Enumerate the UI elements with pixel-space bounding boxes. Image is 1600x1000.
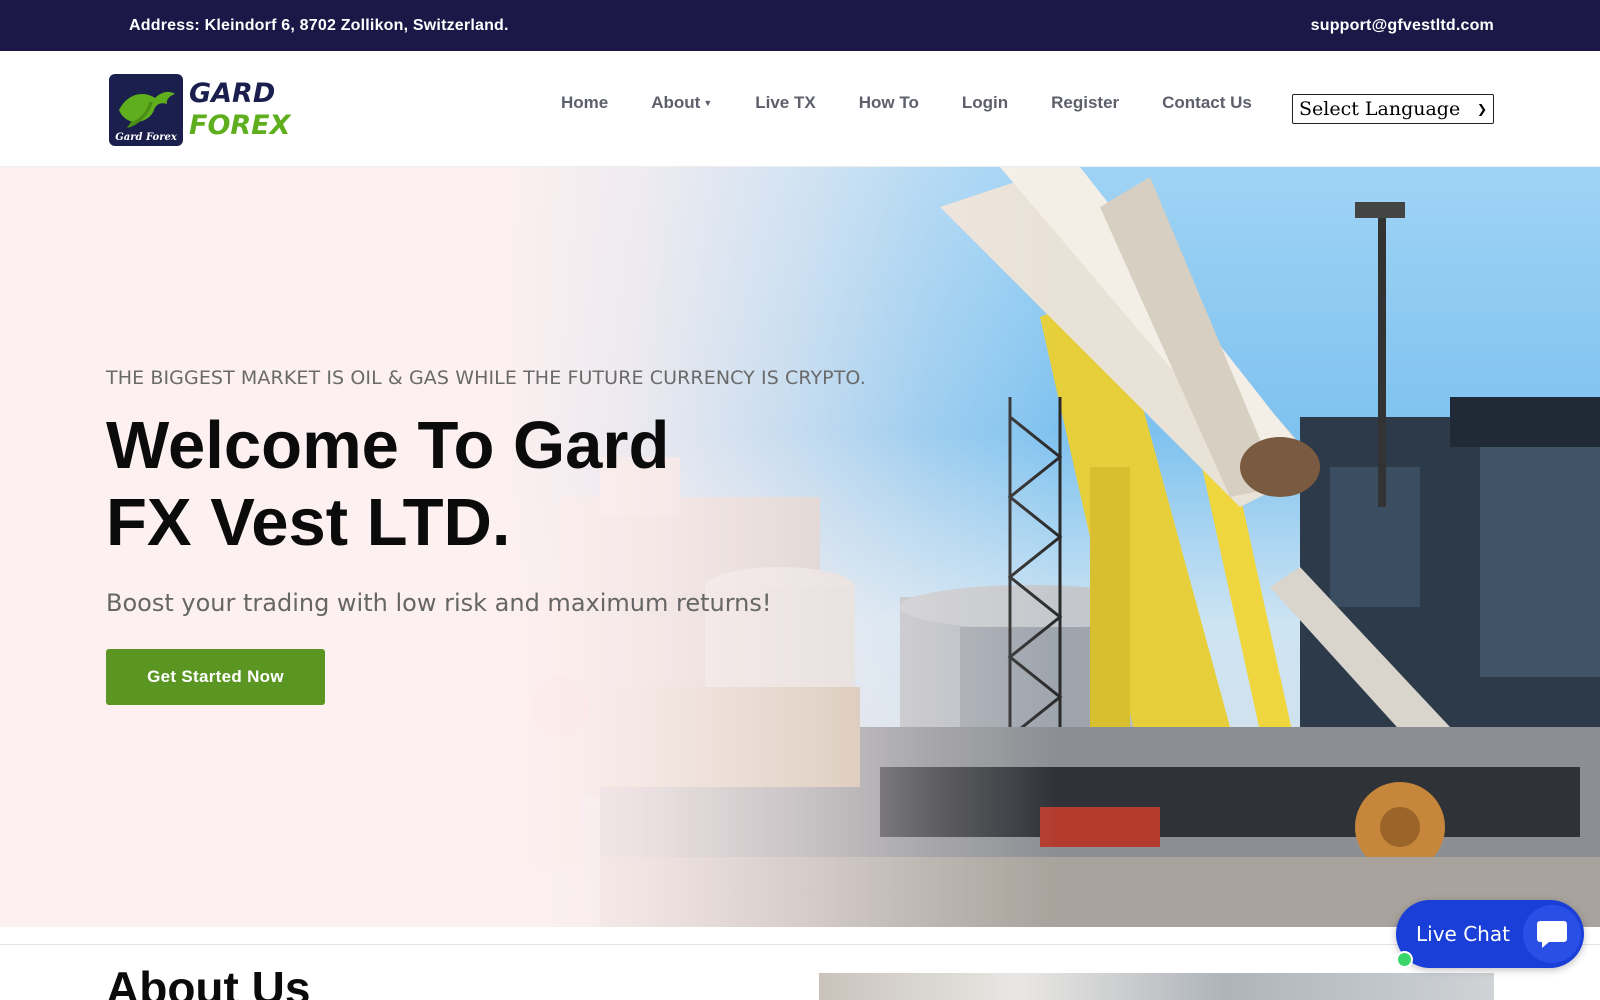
main-header: Gard Forex GARD FOREX Home About ▼ Live T… xyxy=(0,51,1600,167)
logo-line2: FOREX xyxy=(189,110,291,141)
nav-contact-us[interactable]: Contact Us xyxy=(1162,93,1252,113)
nav-about[interactable]: About ▼ xyxy=(651,93,712,113)
nav-home-label: Home xyxy=(561,93,609,112)
language-select-value: Select Language xyxy=(1299,98,1461,120)
nav-about-label: About xyxy=(651,93,701,112)
chevron-down-icon: ❯ xyxy=(1476,102,1487,116)
nav-home[interactable]: Home xyxy=(561,93,608,113)
logo-badge-text: Gard Forex xyxy=(115,132,178,143)
support-email-link[interactable]: support@gfvestltd.com xyxy=(1311,17,1494,35)
nav-register-label: Register xyxy=(1051,93,1120,112)
gard-forex-logo-icon: Gard Forex GARD FOREX xyxy=(109,74,291,146)
nav-live-tx[interactable]: Live TX xyxy=(755,93,815,113)
language-select[interactable]: Select Language ❯ xyxy=(1292,94,1494,124)
main-nav: Home About ▼ Live TX How To Login Registe… xyxy=(561,93,1295,113)
live-chat-label: Live Chat xyxy=(1416,922,1510,946)
hero-subtitle: Boost your trading with low risk and max… xyxy=(106,589,772,617)
get-started-button[interactable]: Get Started Now xyxy=(106,649,325,705)
chevron-down-icon: ▼ xyxy=(703,98,713,108)
section-divider xyxy=(0,944,1600,945)
hero-content: THE BIGGEST MARKET IS OIL & GAS WHILE TH… xyxy=(106,367,866,705)
hero-section: THE BIGGEST MARKET IS OIL & GAS WHILE TH… xyxy=(0,167,1600,927)
about-image xyxy=(819,973,1494,1000)
top-contact-bar: Address: Kleindorf 6, 8702 Zollikon, Swi… xyxy=(0,0,1600,51)
nav-register[interactable]: Register xyxy=(1051,93,1119,113)
nav-how-to[interactable]: How To xyxy=(859,93,919,113)
nav-how-to-label: How To xyxy=(858,93,919,112)
chat-bubble-icon xyxy=(1523,905,1581,963)
nav-login[interactable]: Login xyxy=(962,93,1008,113)
online-status-dot xyxy=(1396,951,1413,968)
nav-live-tx-label: Live TX xyxy=(755,93,816,112)
nav-contact-us-label: Contact Us xyxy=(1162,93,1252,112)
logo-line1: GARD xyxy=(189,78,275,109)
site-logo[interactable]: Gard Forex GARD FOREX xyxy=(109,72,291,148)
live-chat-button[interactable]: Live Chat xyxy=(1396,900,1584,968)
hero-eyebrow: THE BIGGEST MARKET IS OIL & GAS WHILE TH… xyxy=(106,367,866,389)
address-text: Address: Kleindorf 6, 8702 Zollikon, Swi… xyxy=(129,17,509,34)
about-section-title: About Us xyxy=(106,962,311,1000)
nav-login-label: Login xyxy=(961,93,1009,112)
hero-title: Welcome To Gard FX Vest LTD. xyxy=(106,408,670,560)
